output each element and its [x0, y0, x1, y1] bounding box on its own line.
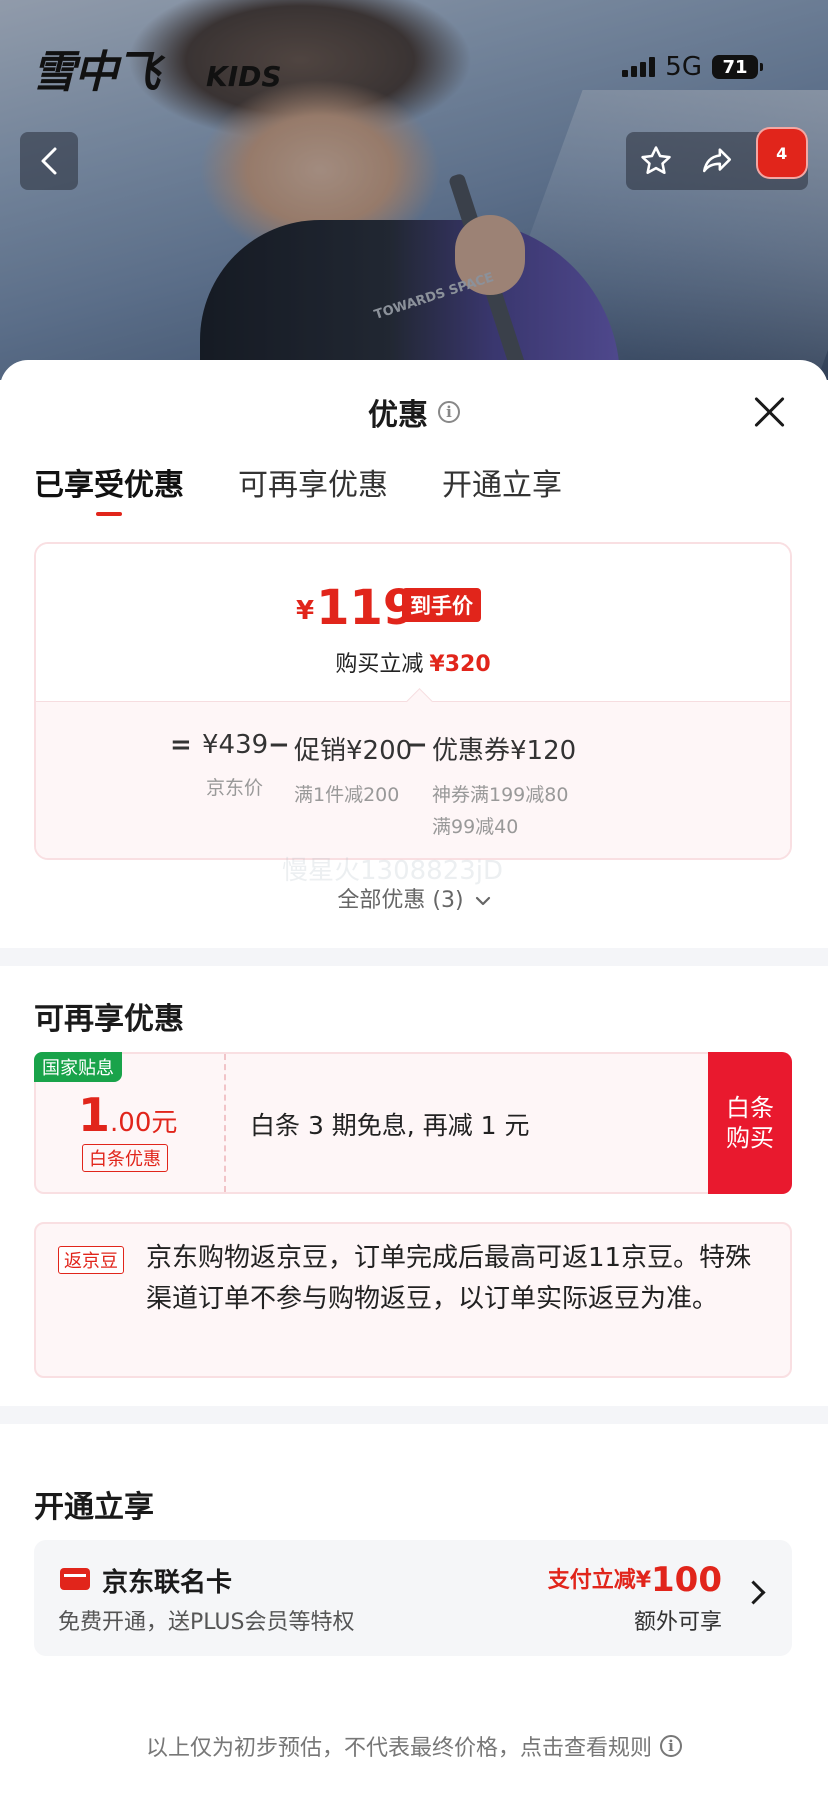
- notification-badge: 4: [755, 127, 808, 179]
- coupon-note: 满99减40: [432, 816, 519, 838]
- discount-sheet: 优惠 i 已享受优惠 可再享优惠 开通立享 ¥ 119 到手价 购买立减 ¥320…: [0, 360, 828, 1801]
- card-name: 京东联名卡: [102, 1568, 233, 1598]
- jd-cobrand-card-row[interactable]: 京东联名卡 免费开通，送PLUS会员等特权 支付立减¥ 100 额外可享: [34, 1540, 792, 1656]
- info-icon: i: [660, 1735, 682, 1757]
- more-section-title: 可再享优惠: [34, 1002, 184, 1037]
- price-breakdown-card: ¥ 119 到手价 购买立减 ¥320 = ¥439 京东价 − 促销¥200 满…: [34, 542, 792, 860]
- coupon-amount: 优惠券¥120: [432, 736, 577, 766]
- final-price: ¥ 119: [296, 580, 417, 636]
- star-icon: [641, 146, 672, 175]
- baitiao-tag: 白条优惠: [82, 1144, 168, 1172]
- reduce-line: 购买立减 ¥320: [36, 646, 790, 678]
- favorite-button[interactable]: [632, 137, 680, 185]
- baitiao-buy-button[interactable]: 白条 购买: [708, 1052, 792, 1194]
- reduce-value: ¥320: [429, 652, 491, 677]
- tab-enjoyed[interactable]: 已享受优惠: [34, 460, 184, 516]
- jd-bean-card: 返京豆 京东购物返京豆，订单完成后最高可返11京豆。特殊渠道订单不参与购物返豆，…: [34, 1222, 792, 1378]
- jd-price-label: 京东价: [206, 777, 264, 799]
- sheet-header: 优惠 i: [0, 390, 828, 434]
- baitiao-buy-label: 白条 购买: [726, 1094, 774, 1152]
- tab-open[interactable]: 开通立享: [442, 460, 562, 504]
- card-sub: 免费开通，送PLUS会员等特权: [58, 1610, 355, 1635]
- promo-amount: 促销¥200: [294, 736, 413, 766]
- tab-more[interactable]: 可再享优惠: [238, 460, 388, 504]
- all-discounts-toggle[interactable]: 全部优惠 (3): [0, 882, 828, 914]
- more-button[interactable]: 4: [754, 127, 808, 185]
- equals-sign: =: [170, 730, 192, 760]
- battery-icon: 71: [712, 55, 763, 79]
- minus-sign: −: [406, 730, 428, 760]
- card-offer: 支付立减¥ 100: [547, 1560, 722, 1600]
- close-button[interactable]: [752, 394, 786, 428]
- status-bar: 5G 71: [622, 52, 763, 82]
- discount-tabs: 已享受优惠 可再享优惠 开通立享: [34, 460, 562, 516]
- top-action-bar: 4: [626, 127, 808, 190]
- section-divider: [0, 948, 828, 966]
- final-price-tag: 到手价: [402, 588, 481, 622]
- jd-price: ¥439: [202, 730, 269, 760]
- bean-tag: 返京豆: [58, 1246, 124, 1274]
- chevron-down-icon: [475, 896, 490, 906]
- back-button[interactable]: [20, 132, 78, 190]
- chevron-right-icon: [741, 1580, 766, 1605]
- sheet-title: 优惠: [368, 398, 428, 433]
- share-button[interactable]: [693, 137, 741, 185]
- coupon-separator: [224, 1054, 226, 1192]
- gov-subsidy-tag: 国家贴息: [34, 1052, 122, 1082]
- all-discounts-label: 全部优惠 (3): [337, 888, 464, 913]
- section-divider: [0, 1406, 828, 1424]
- promo-note: 满1件减200: [294, 784, 400, 806]
- footer-note[interactable]: 以上仅为初步预估，不代表最终价格，点击查看规则 i: [0, 1730, 828, 1762]
- card-icon: [60, 1568, 90, 1590]
- share-icon: [702, 148, 732, 173]
- open-section-title: 开通立享: [34, 1490, 154, 1525]
- footer-text: 以上仅为初步预估，不代表最终价格，点击查看规则: [145, 1736, 652, 1761]
- chevron-left-icon: [41, 147, 57, 175]
- coupon-note: 神券满199减80: [432, 784, 569, 806]
- coupon-amount: 1.00元: [78, 1088, 178, 1142]
- coupon-description: 白条 3 期免息, 再减 1 元: [250, 1111, 530, 1140]
- network-type: 5G: [665, 52, 702, 82]
- baitiao-coupon-card[interactable]: 国家贴息 1.00元 白条优惠 白条 3 期免息, 再减 1 元 白条 购买: [34, 1052, 792, 1194]
- price-formula: = ¥439 京东价 − 促销¥200 满1件减200 − 优惠券¥120 神券…: [36, 701, 790, 858]
- reduce-label: 购买立减: [335, 652, 424, 677]
- card-offer-note: 额外可享: [633, 1610, 722, 1635]
- bean-text: 京东购物返京豆，订单完成后最高可返11京豆。特殊渠道订单不参与购物返豆，以订单实…: [146, 1243, 752, 1314]
- brand-logo: 雪中飞: [32, 47, 160, 98]
- brand-logo-sub: KIDS: [206, 60, 282, 93]
- signal-icon: [622, 57, 656, 77]
- info-icon[interactable]: i: [438, 401, 460, 423]
- minus-sign: −: [268, 730, 290, 760]
